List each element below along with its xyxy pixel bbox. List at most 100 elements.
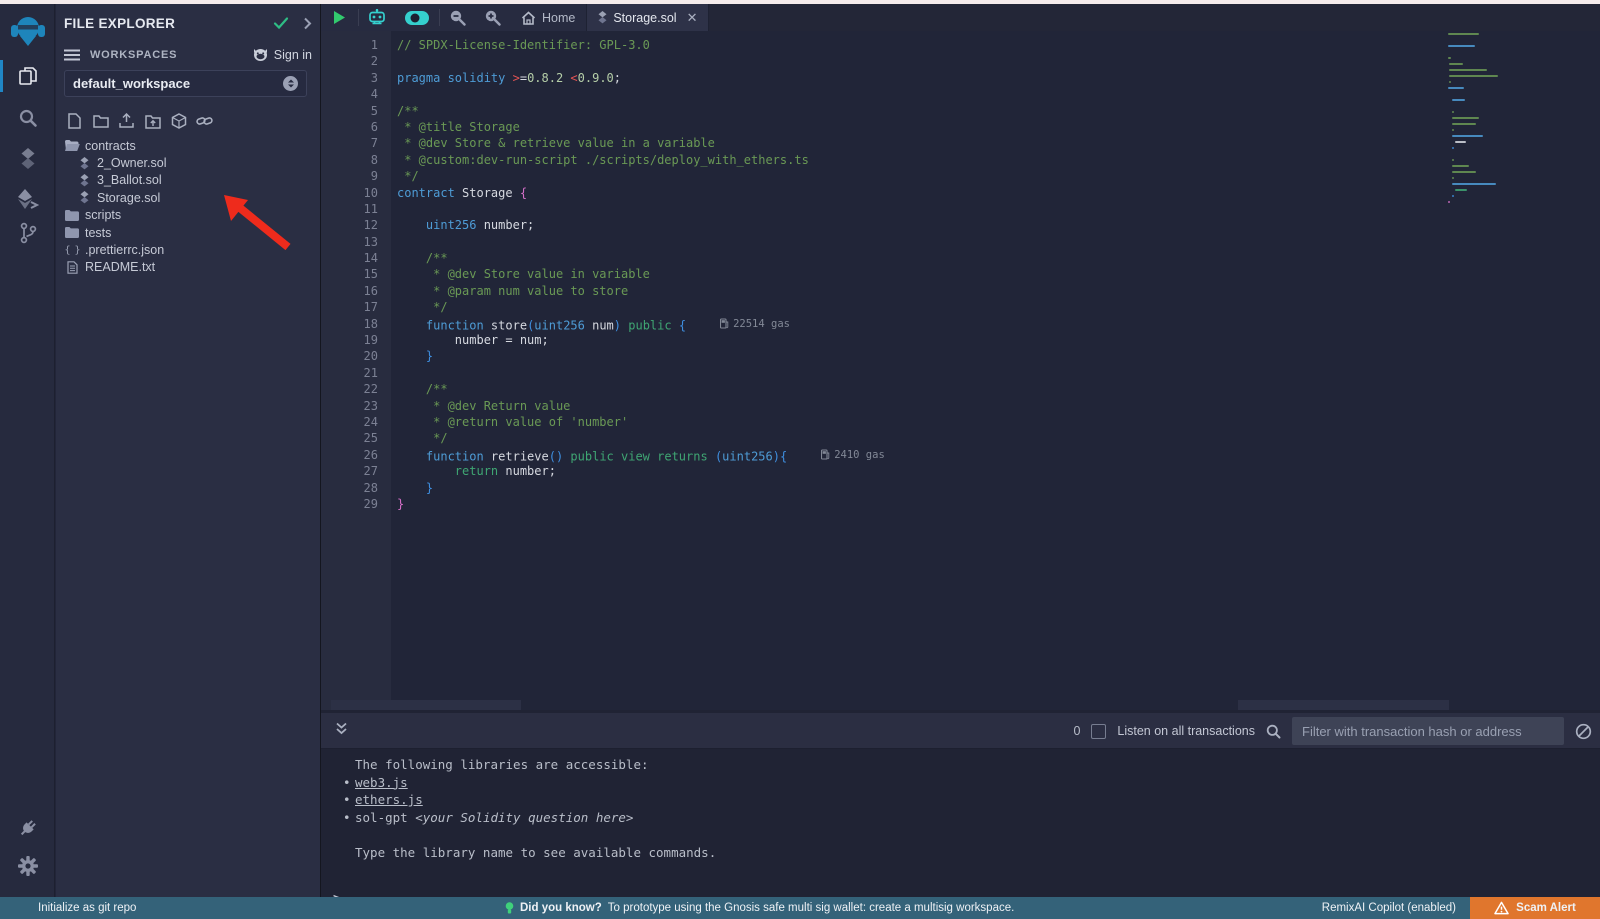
code-line[interactable]: 12 uint256 number;: [321, 217, 1600, 233]
sign-in-button[interactable]: Sign in: [252, 48, 312, 62]
line-number: 7: [321, 135, 391, 151]
terminal-collapse-button[interactable]: [321, 722, 348, 740]
sidebar-item-file-explorer[interactable]: [0, 58, 55, 94]
sidebar-item-deploy-and-run[interactable]: [0, 181, 55, 217]
search-icon: [18, 108, 38, 128]
sidebar-item-plugin-manager[interactable]: [0, 810, 55, 846]
code-line[interactable]: 5/**: [321, 103, 1600, 119]
code-line-text: * @dev Store & retrieve value in a varia…: [391, 135, 715, 151]
code-line[interactable]: 16 * @param num value to store: [321, 283, 1600, 299]
code-line[interactable]: 4: [321, 86, 1600, 102]
code-line[interactable]: 14 /**: [321, 250, 1600, 266]
clear-console-icon[interactable]: [1575, 723, 1592, 740]
workspace-select[interactable]: default_workspace: [64, 70, 307, 97]
code-line[interactable]: 2: [321, 53, 1600, 69]
code-line[interactable]: 22 /**: [321, 381, 1600, 397]
transaction-filter-input[interactable]: [1292, 717, 1564, 745]
code-line-text: uint256 number;: [391, 217, 534, 233]
code-line[interactable]: 26 function retrieve() public view retur…: [321, 447, 1600, 463]
scam-alert-button[interactable]: Scam Alert: [1470, 897, 1600, 919]
code-content: 1// SPDX-License-Identifier: GPL-3.023pr…: [321, 37, 1600, 512]
run-script-button[interactable]: [321, 4, 358, 31]
code-line[interactable]: 13: [321, 234, 1600, 250]
code-line-text: /**: [391, 250, 448, 266]
chevron-right-icon[interactable]: [303, 17, 312, 30]
new-folder-icon[interactable]: [92, 112, 109, 130]
zoom-out-icon: [449, 9, 466, 26]
solidity-icon: [76, 174, 92, 187]
code-line[interactable]: 3pragma solidity >=0.8.2 <0.9.0;: [321, 70, 1600, 86]
tree-item-storage-sol[interactable]: Storage.sol: [56, 189, 320, 206]
copilot-status[interactable]: RemixAI Copilot (enabled): [1322, 902, 1456, 914]
tab-storage-sol[interactable]: Storage.sol ✕: [586, 4, 709, 31]
new-file-icon[interactable]: [66, 112, 83, 130]
file-explorer-panel: FILE EXPLORER WORKSPACES: [56, 4, 320, 897]
code-line[interactable]: 25 */: [321, 430, 1600, 446]
code-line[interactable]: 19 number = num;: [321, 332, 1600, 348]
code-editor[interactable]: 1// SPDX-License-Identifier: GPL-3.023pr…: [321, 31, 1600, 710]
terminal-output[interactable]: The following libraries are accessible:•…: [321, 749, 1600, 877]
tab-home[interactable]: Home: [510, 4, 586, 31]
tree-item-readme-txt[interactable]: README.txt: [56, 259, 320, 276]
library-link[interactable]: web3.js: [355, 775, 408, 790]
code-line[interactable]: 20 }: [321, 348, 1600, 364]
git-init-button[interactable]: Initialize as git repo: [0, 902, 136, 914]
code-line[interactable]: 23 * @dev Return value: [321, 398, 1600, 414]
close-tab-icon[interactable]: ✕: [687, 10, 698, 26]
tree-item-3-ballot-sol[interactable]: 3_Ballot.sol: [56, 172, 320, 189]
hamburger-menu-icon[interactable]: [64, 49, 80, 61]
code-line[interactable]: 1// SPDX-License-Identifier: GPL-3.0: [321, 37, 1600, 53]
tree-item--prettierrc-json[interactable]: { }.prettierrc.json: [56, 241, 320, 258]
code-line[interactable]: 24 * @return value of 'number': [321, 414, 1600, 430]
code-line[interactable]: 27 return number;: [321, 463, 1600, 479]
code-line[interactable]: 18 function store(uint256 num) public {2…: [321, 316, 1600, 332]
sidebar-item-solidity-compiler[interactable]: [0, 141, 55, 177]
line-number: 29: [321, 496, 391, 512]
code-line[interactable]: 28 }: [321, 480, 1600, 496]
code-line[interactable]: 15 * @dev Store value in variable: [321, 266, 1600, 282]
tree-item-contracts[interactable]: contracts: [56, 137, 320, 154]
terminal-line: •sol-gpt <your Solidity question here>: [321, 809, 1600, 827]
code-line[interactable]: 6 * @title Storage: [321, 119, 1600, 135]
line-number: 25: [321, 430, 391, 446]
editor-hscroll-thumb-left[interactable]: [331, 700, 521, 710]
upload-folder-icon[interactable]: [144, 112, 161, 130]
sidebar-item-git[interactable]: [0, 215, 55, 251]
copilot-toggle[interactable]: [395, 4, 439, 31]
remixai-assistant-button[interactable]: [359, 4, 395, 31]
editor-and-terminal: Home Storage.sol ✕ 1// SPDX-License-Iden…: [320, 4, 1600, 897]
gas-estimate-badge: 22514 gas: [720, 316, 790, 332]
editor-minimap[interactable]: [1448, 33, 1524, 207]
code-line[interactable]: 29}: [321, 496, 1600, 512]
library-link[interactable]: ethers.js: [355, 792, 423, 807]
editor-hscroll-thumb-right[interactable]: [1238, 700, 1449, 710]
line-number: 28: [321, 480, 391, 496]
code-line-text: function store(uint256 num) public {2251…: [391, 316, 790, 332]
remix-logo-icon[interactable]: [0, 8, 55, 54]
tree-item-scripts[interactable]: scripts: [56, 207, 320, 224]
code-line[interactable]: 21: [321, 365, 1600, 381]
listen-all-checkbox[interactable]: [1091, 724, 1106, 739]
line-number: 19: [321, 332, 391, 348]
deploy-run-icon: [17, 188, 39, 210]
tree-item-tests[interactable]: tests: [56, 224, 320, 241]
line-number: 9: [321, 168, 391, 184]
upload-file-icon[interactable]: [118, 112, 135, 130]
code-line[interactable]: 7 * @dev Store & retrieve value in a var…: [321, 135, 1600, 151]
sidebar-item-settings[interactable]: [0, 848, 55, 884]
code-line[interactable]: 9 */: [321, 168, 1600, 184]
sidebar-item-search[interactable]: [0, 100, 55, 136]
link-icon[interactable]: [196, 112, 213, 130]
code-line[interactable]: 8 * @custom:dev-run-script ./scripts/dep…: [321, 152, 1600, 168]
cube-icon[interactable]: [170, 112, 187, 130]
zoom-in-button[interactable]: [475, 4, 510, 31]
code-line[interactable]: 11: [321, 201, 1600, 217]
gear-icon: [18, 856, 38, 876]
code-line-text: pragma solidity >=0.8.2 <0.9.0;: [391, 70, 621, 86]
code-line-text: * @dev Store value in variable: [391, 266, 650, 282]
code-line[interactable]: 10contract Storage {: [321, 185, 1600, 201]
zoom-out-button[interactable]: [440, 4, 475, 31]
tree-item-label: README.txt: [85, 260, 155, 274]
code-line[interactable]: 17 */: [321, 299, 1600, 315]
tree-item-2-owner-sol[interactable]: 2_Owner.sol: [56, 154, 320, 171]
